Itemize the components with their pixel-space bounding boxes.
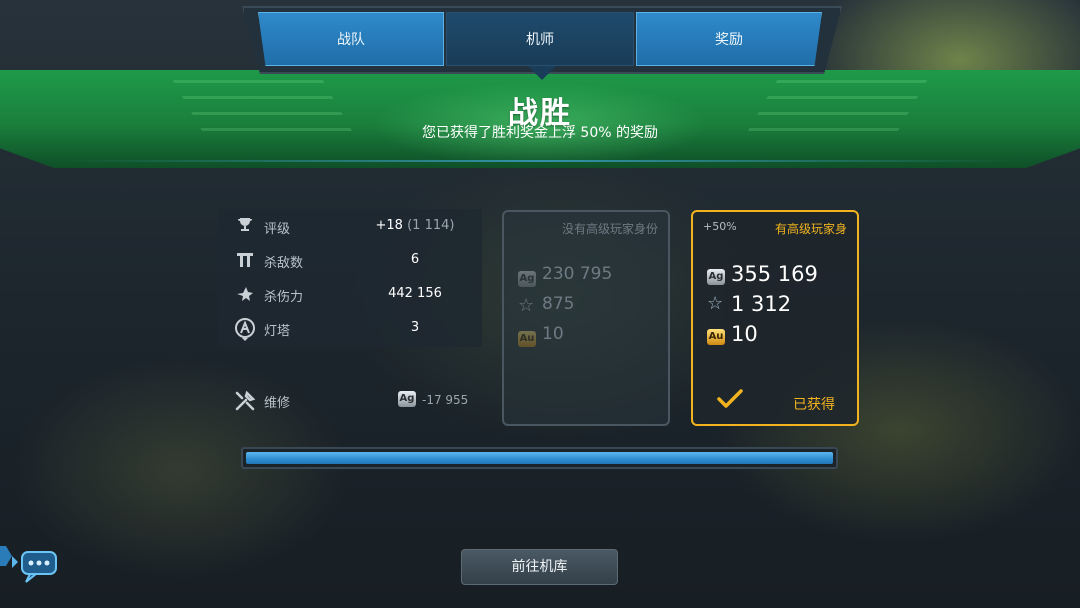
silver-icon: Ag	[398, 391, 416, 407]
silver-reward: Ag 355 169	[707, 262, 818, 290]
damage-icon	[234, 284, 256, 304]
banner-divider	[60, 160, 1020, 162]
stat-label: 评级	[264, 222, 291, 237]
beacon-icon	[234, 318, 256, 341]
stat-label: 杀敌数	[264, 256, 304, 271]
chat-button[interactable]	[0, 542, 64, 592]
repair-value: -17 955	[422, 393, 469, 407]
premium-card-header: 有高级玩家身	[774, 222, 847, 236]
gold-amount: 10	[542, 324, 564, 344]
stat-row-beacons: 灯塔 3	[218, 311, 482, 345]
silver-amount: 355 169	[731, 262, 818, 286]
stat-row-kills: 杀敌数 6	[218, 243, 482, 277]
gold-amount: 10	[731, 322, 758, 346]
stat-value: +18 (1 114)	[375, 218, 455, 233]
tab-squad[interactable]: 战队	[258, 12, 444, 66]
stat-value: 3	[410, 320, 420, 335]
xp-reward: ☆ 1 312	[707, 292, 791, 320]
stat-value: 6	[410, 252, 420, 267]
repair-cost-row: 维修 Ag -17 955	[218, 386, 482, 416]
tab-rewards[interactable]: 奖励	[636, 12, 822, 66]
stat-label: 灯塔	[264, 324, 291, 339]
silver-reward: Ag 230 795	[518, 264, 612, 292]
obtained-status: 已获得	[793, 397, 835, 413]
premium-bonus: +50%	[703, 220, 737, 233]
gold-icon: Au	[518, 331, 536, 347]
standard-reward-card: 没有高级玩家身份 Ag 230 795 ☆ 875 Au 10	[502, 210, 670, 426]
chat-icon	[0, 546, 57, 583]
gold-icon: Au	[707, 329, 725, 345]
silver-icon: Ag	[707, 269, 725, 285]
premium-reward-card: +50% 有高级玩家身 Ag 355 169 ☆ 1 312 Au 10 已获得	[691, 210, 859, 426]
progress-bar	[241, 447, 838, 469]
xp-amount: 875	[542, 294, 575, 314]
active-tab-pointer	[528, 66, 556, 80]
star-icon: ☆	[518, 295, 535, 316]
stat-value: 442 156	[388, 286, 442, 301]
victory-subtitle: 您已获得了胜利奖金上浮 50% 的奖励	[421, 125, 659, 141]
go-to-hangar-button[interactable]: 前往机库	[461, 549, 618, 585]
stat-label: 杀伤力	[264, 290, 304, 305]
standard-card-header: 没有高级玩家身份	[561, 222, 658, 236]
silver-icon: Ag	[518, 271, 536, 287]
battle-stats-panel: 评级 +18 (1 114) 杀敌数 6 杀伤力 442 156 灯塔 3	[218, 209, 482, 347]
tab-pilot[interactable]: 机师	[446, 12, 634, 66]
repair-label: 维修	[264, 396, 291, 411]
kills-icon	[234, 250, 256, 270]
repair-tools-icon	[234, 390, 256, 412]
gold-reward: Au 10	[707, 322, 758, 350]
checkmark-icon	[717, 388, 743, 414]
xp-reward: ☆ 875	[518, 294, 574, 322]
silver-amount: 230 795	[542, 264, 613, 284]
gold-reward: Au 10	[518, 324, 564, 352]
stat-row-rating: 评级 +18 (1 114)	[218, 209, 482, 243]
xp-amount: 1 312	[731, 292, 792, 316]
star-icon: ☆	[707, 293, 724, 314]
trophy-icon	[234, 216, 256, 236]
progress-fill	[246, 452, 833, 464]
stat-row-damage: 杀伤力 442 156	[218, 277, 482, 311]
